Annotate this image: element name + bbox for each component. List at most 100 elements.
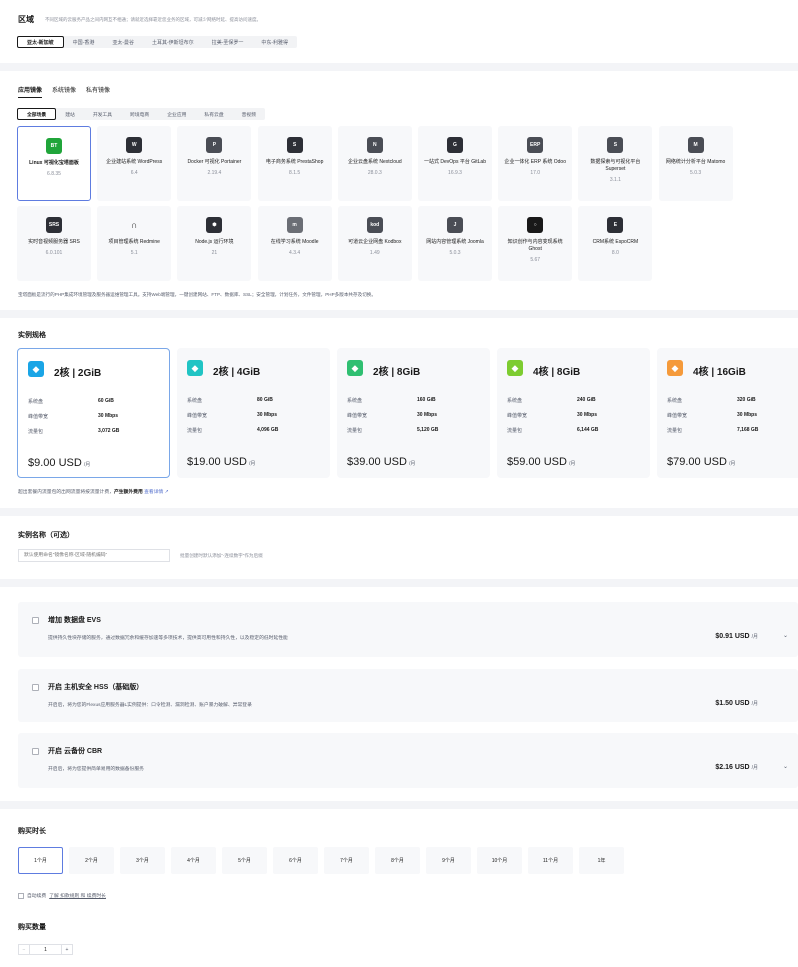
duration-option[interactable]: 11个月: [528, 847, 573, 874]
chevron-down-icon[interactable]: ⌄: [783, 763, 788, 770]
auto-renew-checkbox[interactable]: [18, 892, 24, 899]
category-tab[interactable]: 跨境电商: [121, 108, 158, 120]
wordpress-icon: W: [126, 137, 143, 153]
diamond-icon: ◆: [667, 360, 683, 376]
spec-price: $59.00 USD/月: [507, 456, 575, 468]
spec-details-link[interactable]: 查看详情 ↗: [144, 490, 169, 495]
duration-option[interactable]: 8个月: [375, 847, 420, 874]
duration-option[interactable]: 7个月: [324, 847, 369, 874]
region-tab[interactable]: 土耳其-伊斯坦布尔: [143, 36, 203, 48]
image-type-tab[interactable]: 系统镜像: [52, 85, 76, 98]
spec-label-bandwidth: 峰值带宽: [187, 413, 208, 419]
region-tab[interactable]: 中国-香港: [64, 36, 104, 48]
app-image-card[interactable]: N 企业云盘系统 Nextcloud 28.0.3: [337, 126, 412, 201]
spec-price-unit: /月: [248, 461, 256, 467]
addon-price-value: $0.91 USD: [715, 633, 750, 640]
app-version: 21: [211, 250, 218, 256]
category-tab[interactable]: 私有云盘: [195, 108, 232, 120]
spec-card[interactable]: ◆ 2核 | 2GiB 系统盘 60 GiB 峰值带宽 30 Mbps 流量包 3,072 G…: [17, 348, 170, 478]
app-image-card[interactable]: SRS 实时音视频服务器 SRS 6.0.101: [17, 206, 91, 281]
app-image-card[interactable]: M 网络统计分析平台 Matomo 5.0.3: [658, 126, 733, 201]
addon-checkbox[interactable]: [32, 617, 39, 624]
app-image-card[interactable]: P Docker 可视化 Portainer 2.19.4: [177, 126, 252, 201]
app-image-card[interactable]: W 企业建站系统 WordPress 6.4: [97, 126, 172, 201]
duration-option[interactable]: 1个月: [18, 847, 63, 874]
spec-row-disk: 系统盘 240 GiB: [507, 397, 607, 404]
quantity-increment-button[interactable]: +: [61, 945, 72, 954]
diamond-icon: ◆: [347, 360, 363, 376]
app-image-card[interactable]: m 在线学习系统 Moodle 4.3.4: [257, 206, 332, 281]
spec-card[interactable]: ◆ 2核 | 4GiB 系统盘 80 GiB 峰值带宽 30 Mbps 流量包 4,096 G…: [177, 348, 330, 478]
image-type-tab[interactable]: 应用镜像: [18, 85, 43, 98]
app-version: 3.1.1: [609, 177, 621, 183]
duration-option[interactable]: 3个月: [120, 847, 165, 874]
category-tab[interactable]: 企业应用: [158, 108, 195, 120]
spec-name: 2核 | 2GiB: [54, 368, 102, 379]
app-image-card[interactable]: kod 可道云企业网盘 Kodbox 1.49: [337, 206, 412, 281]
category-tab[interactable]: 开发工具: [84, 108, 121, 120]
duration-option[interactable]: 5个月: [222, 847, 267, 874]
app-image-card[interactable]: BT Linux 可视化宝塔面板 6.8.35: [17, 126, 91, 201]
quantity-stepper: − 1 +: [18, 944, 73, 955]
app-version: 8.1.5: [289, 170, 301, 176]
chevron-down-icon[interactable]: ⌄: [783, 632, 788, 639]
duration-option[interactable]: 1年: [579, 847, 624, 874]
spec-card[interactable]: ◆ 4核 | 16GiB 系统盘 320 GiB 峰值带宽 30 Mbps 流量包 7,168…: [657, 348, 798, 478]
app-version: 17.0: [530, 170, 541, 176]
app-image-card[interactable]: S 电子商务系统 PrestaShop 8.1.5: [257, 126, 332, 201]
app-name: 企业一体化 ERP 系统 Odoo: [504, 159, 566, 165]
app-image-card[interactable]: J 网站内容管理系统 Joomla 5.0.3: [418, 206, 492, 281]
region-tab[interactable]: 亚太-曼谷: [103, 36, 143, 48]
moodle-icon: m: [286, 217, 303, 233]
category-tab[interactable]: 建站: [56, 108, 84, 120]
spec-value-bandwidth: 30 Mbps: [257, 412, 278, 418]
app-image-card[interactable]: ○ 知识创作与内容变现系统 Ghost 5.67: [498, 206, 573, 281]
spec-row-disk: 系统盘 160 GiB: [347, 397, 447, 404]
addon-checkbox[interactable]: [32, 684, 39, 691]
addon-price: $1.50 USD/月: [715, 700, 758, 707]
instance-name-input[interactable]: [18, 549, 170, 562]
app-image-card[interactable]: ∩ 项目管理系统 Redmine 5.1: [97, 206, 172, 281]
spec-footnote: 超出套餐内流量包的出网流量将按流量计费，产生额外费用 查看详情 ↗: [18, 488, 169, 495]
addon-price-unit: /月: [751, 765, 758, 771]
app-version: 2.19.4: [207, 170, 222, 176]
category-tab[interactable]: 全部场景: [17, 108, 57, 120]
duration-option[interactable]: 4个月: [171, 847, 216, 874]
diamond-icon: ◆: [187, 360, 203, 376]
duration-option[interactable]: 6个月: [273, 847, 318, 874]
spec-card[interactable]: ◆ 2核 | 8GiB 系统盘 160 GiB 峰值带宽 30 Mbps 流量包 5,120 …: [337, 348, 490, 478]
app-image-card[interactable]: E CRM系统 EspoCRM 8.0: [578, 206, 653, 281]
spec-price-value: $9.00 USD: [28, 457, 82, 469]
image-type-tab[interactable]: 私有镜像: [86, 85, 110, 98]
app-image-card[interactable]: G 一站式 DevOps 平台 GitLab 16.9.3: [418, 126, 492, 201]
app-image-card[interactable]: S 数据探索与可视化平台 Superset 3.1.1: [578, 126, 653, 201]
duration-option[interactable]: 10个月: [477, 847, 522, 874]
spec-row-disk: 系统盘 60 GiB: [28, 398, 128, 405]
duration-option[interactable]: 9个月: [426, 847, 471, 874]
joomla-icon: J: [447, 217, 463, 233]
auto-renew-rules-link[interactable]: 了解 扣款规则 和 续费时长: [49, 892, 106, 899]
auto-renew-label: 自动续费: [27, 894, 47, 899]
addon-checkbox[interactable]: [32, 748, 39, 755]
app-version: 1.49: [369, 250, 380, 256]
addon-price-unit: /月: [751, 634, 758, 640]
category-tab[interactable]: 音视频: [233, 108, 265, 120]
spec-footnote-text: 超出套餐内流量包的出网流量将按流量计费，: [18, 490, 114, 495]
diamond-icon: ◆: [507, 360, 523, 376]
region-tab[interactable]: 亚太-新加坡: [17, 36, 64, 48]
quantity-input[interactable]: 1: [30, 947, 61, 953]
section-divider: [0, 63, 798, 71]
addon-title: 开启 主机安全 HSS（基础版）: [48, 684, 144, 691]
app-image-card[interactable]: ⬢ Node.js 运行环境 21: [177, 206, 252, 281]
addon-title: 增加 数据盘 EVS: [48, 617, 101, 624]
spec-card[interactable]: ◆ 4核 | 8GiB 系统盘 240 GiB 峰值带宽 30 Mbps 流量包 6,144 …: [497, 348, 650, 478]
region-tab[interactable]: 中东-利雅得: [252, 36, 297, 48]
spec-value-bandwidth: 30 Mbps: [417, 412, 438, 418]
app-image-card[interactable]: ERP 企业一体化 ERP 系统 Odoo 17.0: [498, 126, 573, 201]
duration-option[interactable]: 2个月: [69, 847, 114, 874]
app-name: 在线学习系统 Moodle: [270, 239, 319, 245]
region-tab[interactable]: 拉美-圣保罗一: [203, 36, 253, 48]
quantity-decrement-button[interactable]: −: [19, 945, 30, 954]
app-name: 企业云盘系统 Nextcloud: [347, 159, 402, 165]
spec-value-traffic: 7,168 GB: [737, 427, 759, 433]
